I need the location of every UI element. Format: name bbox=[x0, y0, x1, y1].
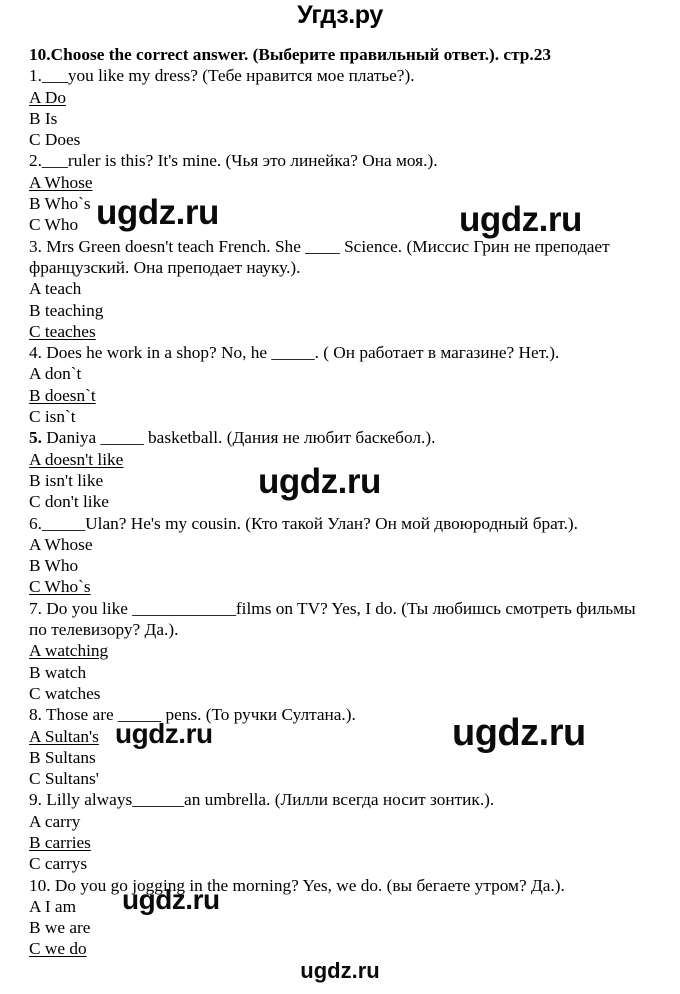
question-line: 5. Daniya _____ basketball. (Дания не лю… bbox=[29, 427, 645, 448]
question-number: 3. bbox=[29, 236, 42, 256]
answer-option[interactable]: A Whose bbox=[29, 172, 645, 193]
answer-option[interactable]: A carry bbox=[29, 811, 645, 832]
question-prompt: Lilly always______an umbrella. (Лилли вс… bbox=[41, 790, 495, 810]
question-number: 10. bbox=[29, 875, 51, 895]
answer-option-correct: A doesn't like bbox=[29, 449, 124, 469]
question-prompt: Mrs Green doesn't teach French. She ____… bbox=[29, 236, 614, 277]
answer-option-correct: A Sultan's bbox=[29, 726, 99, 746]
answer-option-correct: A Do bbox=[29, 87, 66, 107]
answer-option-label: A don`t bbox=[29, 364, 82, 384]
answer-option-label: A carry bbox=[29, 811, 81, 831]
answer-option[interactable]: A Sultan's bbox=[29, 726, 645, 747]
answer-option-label: C isn`t bbox=[29, 407, 76, 427]
answer-option[interactable]: B isn't like bbox=[29, 470, 645, 491]
answer-option-label: C don't like bbox=[29, 492, 109, 512]
question-line: 9. Lilly always______an umbrella. (Лилли… bbox=[29, 789, 645, 810]
question-number: 6. bbox=[29, 513, 42, 533]
question-number: 8. bbox=[29, 705, 42, 725]
answer-option[interactable]: A Do bbox=[29, 87, 645, 108]
answer-option[interactable]: C we do bbox=[29, 938, 645, 959]
answer-option-label: B isn't like bbox=[29, 470, 104, 490]
answer-option[interactable]: B watch bbox=[29, 662, 645, 683]
answer-option[interactable]: A Whose bbox=[29, 534, 645, 555]
question-prompt: Do you go jogging in the morning? Yes, w… bbox=[50, 875, 565, 895]
answer-option[interactable]: A teach bbox=[29, 278, 645, 299]
question-line: 1.___you like my dress? (Тебе нравится м… bbox=[29, 65, 645, 86]
answer-option[interactable]: B Sultans bbox=[29, 747, 645, 768]
answer-option[interactable]: A don`t bbox=[29, 363, 645, 384]
answer-option[interactable]: B doesn`t bbox=[29, 385, 645, 406]
watermark-footer: ugdz.ru bbox=[300, 958, 380, 983]
question-prompt: ___you like my dress? (Тебе нравится мое… bbox=[41, 66, 415, 86]
answer-option[interactable]: C isn`t bbox=[29, 406, 645, 427]
question-number: 4. bbox=[29, 343, 42, 363]
answer-option[interactable]: C carrys bbox=[29, 853, 645, 874]
answer-option[interactable]: A I am bbox=[29, 896, 645, 917]
answer-option-label: B teaching bbox=[29, 300, 104, 320]
question-number: 1. bbox=[29, 66, 42, 86]
answer-option[interactable]: B Who bbox=[29, 555, 645, 576]
question-line: 2.___ruler is this? It's mine. (Чья это … bbox=[29, 150, 645, 171]
answer-option[interactable]: C Sultans' bbox=[29, 768, 645, 789]
question-prompt: ___ruler is this? It's mine. (Чья это ли… bbox=[41, 151, 438, 171]
question-number: 5. bbox=[29, 428, 42, 448]
question-number: 2. bbox=[29, 151, 42, 171]
answer-option-label: B Who`s bbox=[29, 194, 91, 214]
answer-option-correct: C we do bbox=[29, 939, 87, 959]
question-prompt: Daniya _____ basketball. (Дания не любит… bbox=[41, 428, 436, 448]
answer-option[interactable]: B Who`s bbox=[29, 193, 645, 214]
answer-option-label: A teach bbox=[29, 279, 82, 299]
answer-option-label: C carrys bbox=[29, 854, 88, 874]
answer-option-correct: A Whose bbox=[29, 172, 93, 192]
question-prompt: _____Ulan? He's my cousin. (Кто такой Ул… bbox=[41, 513, 578, 533]
answer-option[interactable]: C Who bbox=[29, 214, 645, 235]
question-line: 3. Mrs Green doesn't teach French. She _… bbox=[29, 236, 645, 279]
question-line: 10. Do you go jogging in the morning? Ye… bbox=[29, 875, 645, 896]
answer-option[interactable]: C teaches bbox=[29, 321, 645, 342]
answer-option[interactable]: A watching bbox=[29, 640, 645, 661]
answer-option-label: A I am bbox=[29, 896, 77, 916]
worksheet-body: 10.Choose the correct answer. (Выберите … bbox=[29, 44, 645, 960]
answer-option-correct: C Who`s bbox=[29, 577, 91, 597]
answer-option-correct: A watching bbox=[29, 641, 109, 661]
answer-option-label: B Sultans bbox=[29, 747, 96, 767]
answer-option-label: C Does bbox=[29, 130, 81, 150]
answer-option[interactable]: B Is bbox=[29, 108, 645, 129]
answer-option-label: B Is bbox=[29, 108, 58, 128]
question-line: 6._____Ulan? He's my cousin. (Кто такой … bbox=[29, 513, 645, 534]
question-line: 4. Does he work in a shop? No, he _____.… bbox=[29, 342, 645, 363]
answer-option-correct: B carries bbox=[29, 832, 91, 852]
answer-option-correct: C teaches bbox=[29, 321, 96, 341]
question-number: 9. bbox=[29, 790, 42, 810]
question-prompt: Those are _____ pens. (То ручки Султана.… bbox=[41, 705, 356, 725]
answer-option[interactable]: C Who`s bbox=[29, 576, 645, 597]
question-number: 7. bbox=[29, 598, 42, 618]
answer-option-label: B watch bbox=[29, 662, 87, 682]
answer-option[interactable]: A doesn't like bbox=[29, 449, 645, 470]
question-prompt: Does he work in a shop? No, he _____. ( … bbox=[41, 343, 560, 363]
answer-option-label: A Whose bbox=[29, 534, 93, 554]
answer-option-label: B we are bbox=[29, 918, 91, 938]
answer-option-label: C watches bbox=[29, 683, 101, 703]
answer-option-label: C Who bbox=[29, 215, 79, 235]
answer-option[interactable]: B carries bbox=[29, 832, 645, 853]
answer-option[interactable]: C don't like bbox=[29, 491, 645, 512]
question-prompt: Do you like ____________films on TV? Yes… bbox=[29, 598, 641, 640]
question-line: 7. Do you like ____________films on TV? … bbox=[29, 598, 645, 641]
answer-option[interactable]: B we are bbox=[29, 917, 645, 938]
answer-option-label: B Who bbox=[29, 556, 79, 576]
answer-option[interactable]: B teaching bbox=[29, 300, 645, 321]
answer-option[interactable]: C watches bbox=[29, 683, 645, 704]
answer-option-label: C Sultans' bbox=[29, 769, 99, 789]
question-list: 1.___you like my dress? (Тебе нравится м… bbox=[29, 65, 645, 959]
answer-option[interactable]: C Does bbox=[29, 129, 645, 150]
site-logo: Угдз.ру bbox=[297, 1, 383, 29]
exercise-title: 10.Choose the correct answer. (Выберите … bbox=[29, 45, 552, 64]
answer-option-correct: B doesn`t bbox=[29, 385, 96, 405]
question-line: 8. Those are _____ pens. (То ручки Султа… bbox=[29, 704, 645, 725]
